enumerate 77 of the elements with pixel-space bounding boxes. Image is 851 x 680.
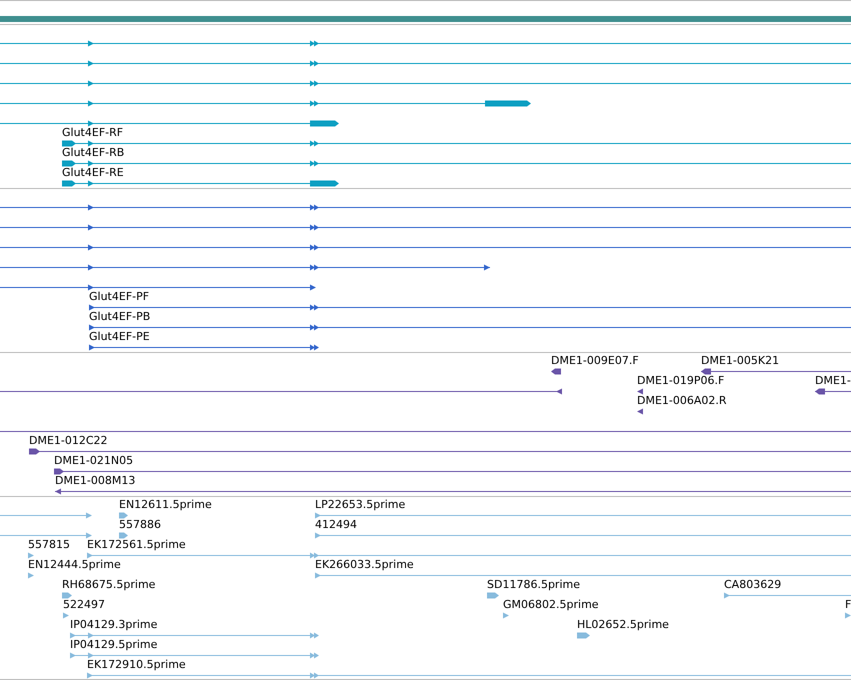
est-label: EN12611.5prime bbox=[119, 498, 212, 511]
clone-glyph[interactable] bbox=[814, 388, 851, 394]
est-glyph[interactable] bbox=[0, 532, 92, 538]
est-glyph[interactable] bbox=[314, 512, 851, 518]
est-label: IP04129.5prime bbox=[70, 638, 158, 651]
est-glyph[interactable] bbox=[119, 512, 128, 518]
est-label: 412494 bbox=[315, 518, 357, 531]
clone-label: DME1-009E07.F bbox=[551, 354, 639, 367]
est-label: IP04129.3prime bbox=[70, 618, 158, 631]
est-label: EK172910.5prime bbox=[87, 658, 186, 671]
protein-label: Glut4EF-PE bbox=[89, 330, 150, 343]
clone-label: DME1-008M13 bbox=[55, 474, 136, 487]
est-glyph[interactable] bbox=[314, 532, 851, 538]
protein-glyph[interactable] bbox=[88, 324, 851, 330]
transcript-glyph[interactable] bbox=[0, 40, 851, 46]
clone-label: DME1-021N05 bbox=[54, 454, 134, 467]
transcript-label: Glut4EF-RB bbox=[62, 146, 124, 159]
transcript-glyph[interactable] bbox=[0, 100, 531, 106]
transcript-glyph[interactable] bbox=[62, 140, 851, 146]
est-glyph[interactable] bbox=[70, 632, 319, 638]
transcript-glyph[interactable] bbox=[62, 160, 851, 166]
est-glyph[interactable] bbox=[28, 552, 34, 558]
protein-glyph[interactable] bbox=[0, 224, 851, 230]
protein-label: Glut4EF-PF bbox=[89, 290, 150, 303]
clone-label: DME1- bbox=[815, 374, 851, 387]
clone-label: DME1-005K21 bbox=[701, 354, 780, 367]
protein-glyph[interactable] bbox=[0, 264, 490, 270]
protein-glyph[interactable] bbox=[88, 304, 851, 310]
protein-glyph[interactable] bbox=[0, 244, 851, 250]
protein-glyph[interactable] bbox=[88, 344, 319, 350]
transcript-glyph[interactable] bbox=[0, 120, 339, 126]
est-glyph[interactable] bbox=[503, 612, 509, 618]
transcript-label: Glut4EF-RE bbox=[62, 166, 124, 179]
clone-glyph[interactable] bbox=[54, 468, 851, 474]
est-label: RH68675.5prime bbox=[62, 578, 156, 591]
est-glyph[interactable] bbox=[487, 592, 499, 598]
transcript-glyph[interactable] bbox=[0, 60, 851, 66]
est-label: 522497 bbox=[63, 598, 105, 611]
protein-glyph[interactable] bbox=[0, 284, 316, 290]
clone-glyph[interactable] bbox=[0, 388, 562, 394]
clone-glyph[interactable] bbox=[28, 448, 851, 454]
est-label: 557815 bbox=[28, 538, 70, 551]
est-glyph[interactable] bbox=[0, 512, 92, 518]
clone-label: DME1-019P06.F bbox=[637, 374, 724, 387]
clone-label: DME1-006A02.R bbox=[637, 394, 727, 407]
est-glyph[interactable] bbox=[86, 552, 851, 558]
est-glyph[interactable] bbox=[314, 572, 851, 578]
clone-glyph[interactable] bbox=[637, 388, 643, 394]
est-label: 557886 bbox=[119, 518, 161, 531]
est-glyph[interactable] bbox=[62, 592, 72, 598]
transcript-label: Glut4EF-RF bbox=[62, 126, 124, 139]
est-label: GM06802.5prime bbox=[503, 598, 599, 611]
transcript-glyph[interactable] bbox=[62, 180, 339, 186]
est-label: LP22653.5prime bbox=[315, 498, 406, 511]
clone-glyph[interactable] bbox=[54, 488, 851, 494]
est-glyph[interactable] bbox=[70, 652, 319, 658]
clone-glyph[interactable] bbox=[637, 408, 643, 414]
est-glyph[interactable] bbox=[724, 592, 851, 598]
est-label: F bbox=[845, 598, 851, 611]
protein-glyph[interactable] bbox=[0, 204, 851, 210]
transcript-glyph[interactable] bbox=[0, 80, 851, 86]
est-label: EK172561.5prime bbox=[87, 538, 186, 551]
clone-label: DME1-012C22 bbox=[29, 434, 108, 447]
est-label: EK266033.5prime bbox=[315, 558, 414, 571]
est-glyph[interactable] bbox=[845, 612, 851, 618]
protein-label: Glut4EF-PB bbox=[89, 310, 150, 323]
est-label: EN12444.5prime bbox=[28, 558, 121, 571]
est-glyph[interactable] bbox=[28, 572, 34, 578]
clone-glyph[interactable] bbox=[551, 368, 561, 374]
clone-glyph[interactable] bbox=[700, 368, 851, 374]
est-label: HL02652.5prime bbox=[577, 618, 669, 631]
est-glyph[interactable] bbox=[63, 612, 69, 618]
est-glyph[interactable] bbox=[86, 672, 851, 678]
est-glyph[interactable] bbox=[119, 532, 128, 538]
est-label: CA803629 bbox=[724, 578, 782, 591]
est-glyph[interactable] bbox=[577, 632, 590, 638]
est-label: SD11786.5prime bbox=[487, 578, 580, 591]
